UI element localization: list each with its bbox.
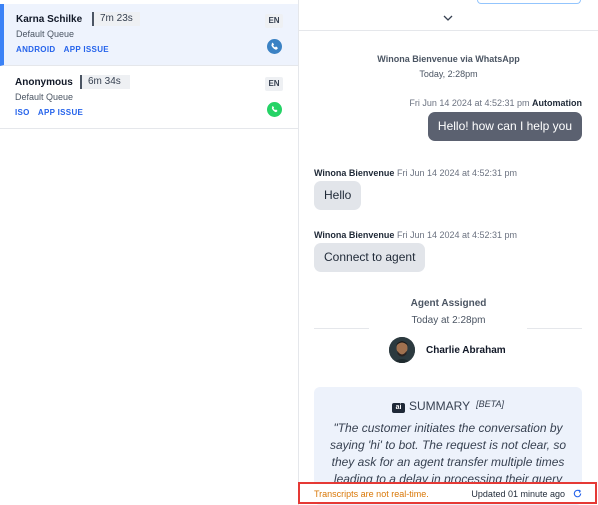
beta-badge: [BETA] [476,399,504,409]
message-time: Fri Jun 14 2024 at 4:52:31 pm [396,168,518,178]
summary-title: SUMMARY [409,399,471,413]
message-meta: Fri Jun 14 2024 at 4:52:31 pm Automation [409,98,582,108]
message-time: Fri Jun 14 2024 at 4:52:31 pm [409,98,530,108]
language-badge: EN [265,14,283,28]
incoming-message: Hello [314,181,362,210]
incoming-message: Connect to agent [314,243,426,272]
message-author: Automation [532,98,582,108]
channel-title: Winona Bienvenue via WhatsApp [377,54,520,64]
summary-header: ai SUMMARY [BETA] [314,399,582,413]
message-meta: Winona Bienvenue Fri Jun 14 2024 at 4:52… [314,168,517,178]
transcript-status-bar: Transcripts are not real-time. Updated 0… [298,482,597,504]
whatsapp-icon [267,102,282,117]
agent-name: Charlie Abraham [426,345,506,356]
tag: APP ISSUE [63,45,109,54]
queue-name: Default Queue [15,92,74,102]
divider [527,328,582,329]
message-meta: Winona Bienvenue Fri Jun 14 2024 at 4:52… [314,230,517,240]
channel-time: Today, 2:28pm [419,69,478,79]
divider [299,30,598,31]
tag-list: ANDROID APP ISSUE [16,45,115,54]
chevron-down-icon[interactable] [442,13,454,23]
phone-icon [267,39,282,54]
refresh-icon[interactable] [572,488,583,499]
agent-assigned-time: Today at 2:28pm [411,315,486,326]
tag: ANDROID [16,45,56,54]
message-author: Winona Bienvenue [314,230,395,240]
message-time: Fri Jun 14 2024 at 4:52:31 pm [396,230,518,240]
outgoing-message: Hello! how can I help you [427,112,582,141]
transcript-pane: Winona Bienvenue via WhatsApp Today, 2:2… [299,0,598,505]
tag-list: ISO APP ISSUE [15,108,89,117]
conversation-card[interactable]: Karna Schilke 7m 23s Default Queue ANDRO… [0,4,298,66]
wait-timer: 7m 23s [92,12,140,26]
conversation-list: Karna Schilke 7m 23s Default Queue ANDRO… [0,0,298,505]
tag: APP ISSUE [37,108,84,117]
last-updated: Updated 01 minute ago [471,489,565,499]
language-badge: EN [265,77,283,91]
wait-timer: 6m 34s [80,75,130,89]
agent-assigned-title: Agent Assigned [410,298,487,309]
summary-text: "The customer initiates the conversation… [329,421,567,486]
tag: ISO [15,108,30,117]
contact-name: Anonymous [15,77,73,88]
contact-name: Karna Schilke [16,14,83,25]
conversation-card[interactable]: Anonymous 6m 34s Default Queue ISO APP I… [0,67,298,129]
realtime-notice: Transcripts are not real-time. [314,489,429,499]
avatar [389,337,415,363]
message-author: Winona Bienvenue [314,168,395,178]
queue-name: Default Queue [16,29,75,39]
ai-icon: ai [392,403,406,413]
divider [314,328,369,329]
header-button[interactable] [477,0,581,4]
